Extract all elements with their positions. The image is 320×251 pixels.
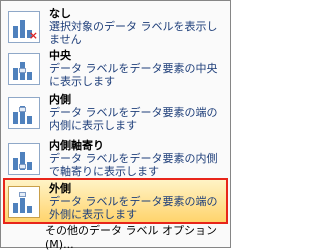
menu-item-inside-base[interactable]: 内側軸寄り データ ラベルをデータ要素の内側で軸寄りに表示します bbox=[4, 136, 227, 180]
menu-item-title: 中央 bbox=[49, 49, 71, 62]
data-labels-menu: × なし 選択対象のデータ ラベルを表示しません 中央 データ ラベルをデータ要… bbox=[0, 0, 231, 251]
menu-item-title: 外側 bbox=[49, 182, 71, 195]
menu-item-inside-end[interactable]: 内側 データ ラベルをデータ要素の端の内側に表示します bbox=[4, 90, 227, 134]
menu-item-description: データ ラベルをデータ要素の内側で軸寄りに表示します bbox=[49, 152, 218, 178]
menu-item-description: データ ラベルをデータ要素の端の外側に表示します bbox=[49, 195, 218, 221]
menu-item-description: データ ラベルをデータ要素の中央に表示します bbox=[49, 62, 218, 88]
menu-item-title: なし bbox=[49, 7, 71, 20]
menu-item-center[interactable]: 中央 データ ラベルをデータ要素の中央に表示します bbox=[4, 46, 227, 90]
menu-item-description: データ ラベルをデータ要素の端の内側に表示します bbox=[49, 106, 218, 132]
no-label-chart-icon: × bbox=[8, 11, 40, 43]
menu-item-description: 選択対象のデータ ラベルを表示しません bbox=[49, 20, 218, 46]
menu-item-none[interactable]: × なし 選択対象のデータ ラベルを表示しません bbox=[4, 4, 227, 48]
menu-item-title: 内側 bbox=[49, 93, 71, 106]
menu-item-title: 内側軸寄り bbox=[49, 139, 104, 152]
inside-end-label-chart-icon bbox=[8, 97, 40, 129]
more-options-label: その他のデータ ラベル オプション(M)... bbox=[45, 223, 217, 251]
more-data-label-options[interactable]: その他のデータ ラベル オプション(M)... bbox=[4, 224, 227, 251]
inside-base-label-chart-icon bbox=[8, 143, 40, 175]
outside-end-label-chart-icon bbox=[8, 186, 40, 218]
center-label-chart-icon bbox=[8, 53, 40, 85]
menu-item-outside-end[interactable]: 外側 データ ラベルをデータ要素の端の外側に表示します bbox=[3, 178, 228, 224]
